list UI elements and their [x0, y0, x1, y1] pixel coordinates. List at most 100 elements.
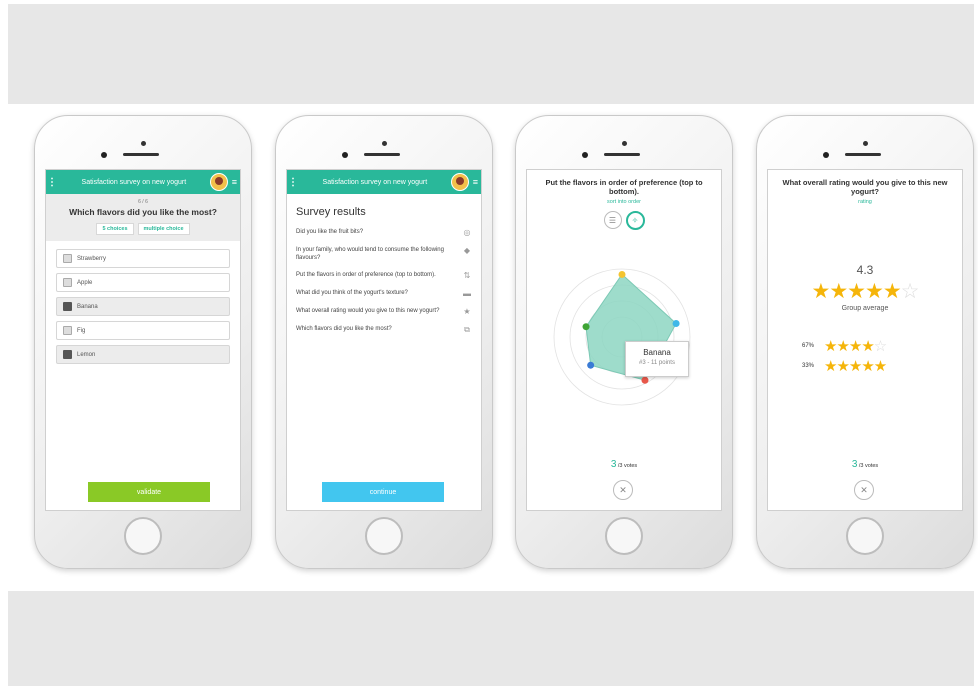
tag-icon: ◆	[463, 246, 471, 255]
comment-icon: ▬	[463, 289, 471, 298]
distribution-percent: 33%	[802, 363, 815, 369]
question-screen: ⋮ Satisfaction survey on new yogurt ≡ 6 …	[45, 169, 241, 511]
choice-label: Banana	[77, 303, 98, 310]
radar-point[interactable]	[587, 361, 595, 369]
radar-view-icon[interactable]: ✧	[625, 211, 645, 230]
checkbox[interactable]	[63, 302, 72, 311]
radar-chart	[553, 268, 691, 406]
result-row[interactable]: What overall rating would you give to th…	[287, 307, 481, 316]
rating-distribution: 67% ★★★★☆ 33% ★★★★★	[768, 336, 962, 376]
choice-lemon[interactable]: Lemon	[56, 345, 230, 364]
radar-point[interactable]	[641, 376, 649, 384]
radar-point[interactable]	[618, 270, 626, 278]
distribution-row: 67% ★★★★☆	[802, 336, 962, 356]
phone-4: What overall rating would you give to th…	[756, 115, 974, 569]
results-title: Survey results	[296, 206, 366, 218]
continue-button[interactable]: continue	[322, 482, 444, 502]
phone-1: ⋮ Satisfaction survey on new yogurt ≡ 6 …	[34, 115, 252, 569]
camera	[582, 152, 588, 158]
question-type: rating	[858, 199, 872, 205]
choice-banana[interactable]: Banana	[56, 297, 230, 316]
bottom-band	[8, 591, 974, 686]
menu-icon[interactable]: ≡	[232, 177, 237, 187]
tooltip-points: #3 - 11 points	[639, 360, 675, 366]
phone-3: Put the flavors in order of preference (…	[515, 115, 733, 569]
distribution-stars: ★★★★☆	[824, 338, 887, 355]
checkbox[interactable]	[63, 278, 72, 287]
tooltip-name: Banana	[643, 348, 671, 357]
result-question: Which flavors did you like the most?	[296, 326, 392, 332]
choice-label: Lemon	[77, 351, 96, 358]
question-text: Which flavors did you like the most?	[69, 207, 217, 217]
menu-icon[interactable]: ≡	[473, 177, 478, 187]
average-stars: ★★★★★☆	[811, 280, 920, 303]
validate-button[interactable]: validate	[88, 482, 210, 502]
checkbox[interactable]	[63, 350, 72, 359]
sensor-dot	[382, 141, 387, 146]
choice-apple[interactable]: Apple	[56, 273, 230, 292]
distribution-stars: ★★★★★	[824, 358, 887, 375]
votes-label: /3 votes	[617, 463, 638, 469]
speaker	[845, 153, 881, 156]
radar-point[interactable]	[672, 320, 680, 328]
avatar[interactable]	[450, 173, 469, 191]
result-question: What overall rating would you give to th…	[296, 308, 440, 314]
avatar[interactable]	[209, 173, 228, 191]
votes-number: 3	[610, 459, 617, 470]
camera	[101, 152, 107, 158]
home-button[interactable]	[846, 517, 884, 555]
sensor-dot	[863, 141, 868, 146]
camera	[823, 152, 829, 158]
result-question: In your family, who would tend to consum…	[296, 247, 444, 261]
camera	[342, 152, 348, 158]
result-row[interactable]: Which flavors did you like the most? ⧉	[287, 325, 481, 335]
radar-point[interactable]	[582, 323, 590, 331]
choice-label: Strawberry	[77, 255, 107, 262]
choice-label: Fig	[77, 327, 86, 334]
sensor-dot	[141, 141, 146, 146]
sort-icon: ⇅	[463, 271, 471, 280]
choice-label: Apple	[77, 279, 93, 286]
star-icon: ★	[463, 307, 471, 316]
result-row[interactable]: What did you think of the yogurt's textu…	[287, 289, 481, 298]
result-row[interactable]: Did you like the fruit bits? ◎	[287, 228, 481, 237]
ranking-results-screen: Put the flavors in order of preference (…	[526, 169, 722, 511]
checkbox[interactable]	[63, 254, 72, 263]
distribution-percent: 67%	[802, 343, 815, 349]
close-icon[interactable]: ✕	[854, 480, 874, 500]
home-button[interactable]	[124, 517, 162, 555]
sensor-dot	[622, 141, 627, 146]
app-bar: ⋮ Satisfaction survey on new yogurt ≡	[287, 170, 481, 194]
home-button[interactable]	[365, 517, 403, 555]
result-row[interactable]: Put the flavors in order of preference (…	[287, 271, 481, 280]
result-question: Did you like the fruit bits?	[296, 229, 364, 235]
question-title: What overall rating would you give to th…	[782, 178, 948, 196]
app-title: Satisfaction survey on new yogurt	[322, 178, 428, 186]
choice-fig[interactable]: Fig	[56, 321, 230, 340]
question-header: 6 / 6 Which flavors did you like the mos…	[46, 194, 240, 241]
app-title: Satisfaction survey on new yogurt	[81, 178, 187, 186]
home-button[interactable]	[605, 517, 643, 555]
kebab-menu-icon[interactable]: ⋮	[287, 177, 299, 188]
results-screen: ⋮ Satisfaction survey on new yogurt ≡ Su…	[286, 169, 482, 511]
question-progress: 6 / 6	[138, 199, 148, 205]
choice-list: Strawberry Apple Banana Fig Lemon	[46, 241, 240, 364]
close-icon[interactable]: ✕	[613, 480, 633, 500]
kebab-menu-icon[interactable]: ⋮	[46, 177, 58, 188]
rating-results-screen: What overall rating would you give to th…	[767, 169, 963, 511]
votes-count: 3 /3 votes	[768, 459, 962, 470]
group-average-label: Group average	[841, 305, 889, 312]
phone-2: ⋮ Satisfaction survey on new yogurt ≡ Su…	[275, 115, 493, 569]
multiple-choice-icon: ⧉	[464, 325, 470, 334]
list-view-icon[interactable]: ☰	[603, 211, 622, 229]
check-circle-icon: ◎	[463, 228, 471, 237]
question-type: sort into order	[607, 199, 641, 205]
checkbox[interactable]	[63, 326, 72, 335]
distribution-row: 33% ★★★★★	[802, 356, 962, 376]
result-question: What did you think of the yogurt's textu…	[296, 290, 408, 296]
speaker	[364, 153, 400, 156]
result-row[interactable]: In your family, who would tend to consum…	[287, 246, 481, 262]
choice-strawberry[interactable]: Strawberry	[56, 249, 230, 268]
app-bar: ⋮ Satisfaction survey on new yogurt ≡	[46, 170, 240, 194]
votes-number: 3	[851, 459, 858, 470]
